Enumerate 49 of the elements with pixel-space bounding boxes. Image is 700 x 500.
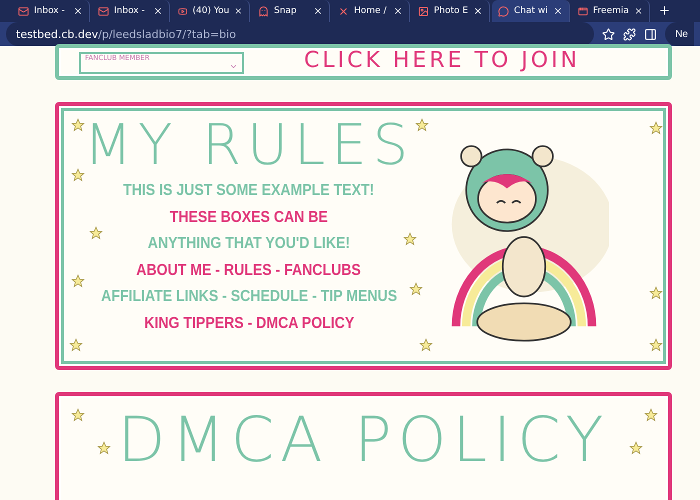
rules-text: ANYTHING THAT YOU'D LIKE! [148, 234, 350, 254]
star-icon [415, 118, 429, 132]
star-icon [649, 286, 663, 300]
image-icon [418, 6, 429, 16]
star-icon [649, 338, 663, 352]
rules-text: AFFILIATE LINKS - SCHEDULE - TIP MENUS [101, 287, 397, 308]
star-icon [97, 441, 111, 455]
rules-text: ABOUT ME - RULES - FANCLUBS [136, 260, 362, 281]
rules-text: THIS IS JUST SOME EXAMPLE TEXT! [123, 181, 375, 202]
app-icon [578, 6, 588, 16]
star-icon [69, 338, 83, 352]
close-icon[interactable] [73, 6, 83, 16]
profile-button[interactable]: Ne [665, 22, 694, 46]
star-icon [649, 121, 663, 135]
chevron-icon [229, 62, 238, 71]
bookmark-icon[interactable] [602, 28, 616, 40]
close-icon[interactable] [153, 6, 163, 16]
browser-tab[interactable]: Chat wi [492, 0, 570, 22]
mail-icon [98, 6, 109, 16]
close-icon[interactable] [313, 6, 323, 16]
star-icon [403, 232, 417, 246]
close-icon[interactable] [553, 6, 563, 16]
close-icon[interactable] [234, 6, 243, 16]
close-icon[interactable] [393, 6, 403, 16]
dmca-title: DMCA POLICY [118, 404, 610, 478]
star-icon [419, 338, 433, 352]
chat-icon [498, 6, 509, 16]
star-icon [71, 408, 85, 422]
rules-text: THESE BOXES CAN BE [170, 208, 328, 228]
star-icon [71, 168, 85, 182]
join-link[interactable]: CLICK HERE TO JOIN [304, 48, 580, 74]
x-icon [338, 6, 349, 16]
new-tab-icon[interactable] [658, 4, 671, 17]
star-icon [71, 274, 85, 288]
star-icon [89, 226, 103, 240]
side-panel-icon[interactable] [644, 28, 658, 40]
close-icon[interactable] [473, 6, 483, 16]
close-icon[interactable] [634, 6, 643, 16]
rules-text: KING TIPPERS - DMCA POLICY [144, 314, 354, 334]
star-icon [629, 441, 643, 455]
star-icon [409, 282, 423, 296]
rules-title: MY RULES [84, 114, 414, 178]
mail-icon [18, 6, 29, 16]
extensions-icon[interactable] [623, 28, 636, 40]
ghost-icon [258, 6, 269, 16]
address-bar[interactable]: testbed.cb.dev/p/leedsladbio7/?tab=bio [6, 22, 594, 46]
play-icon [178, 6, 188, 16]
star-icon [71, 118, 85, 132]
star-icon [644, 408, 658, 422]
